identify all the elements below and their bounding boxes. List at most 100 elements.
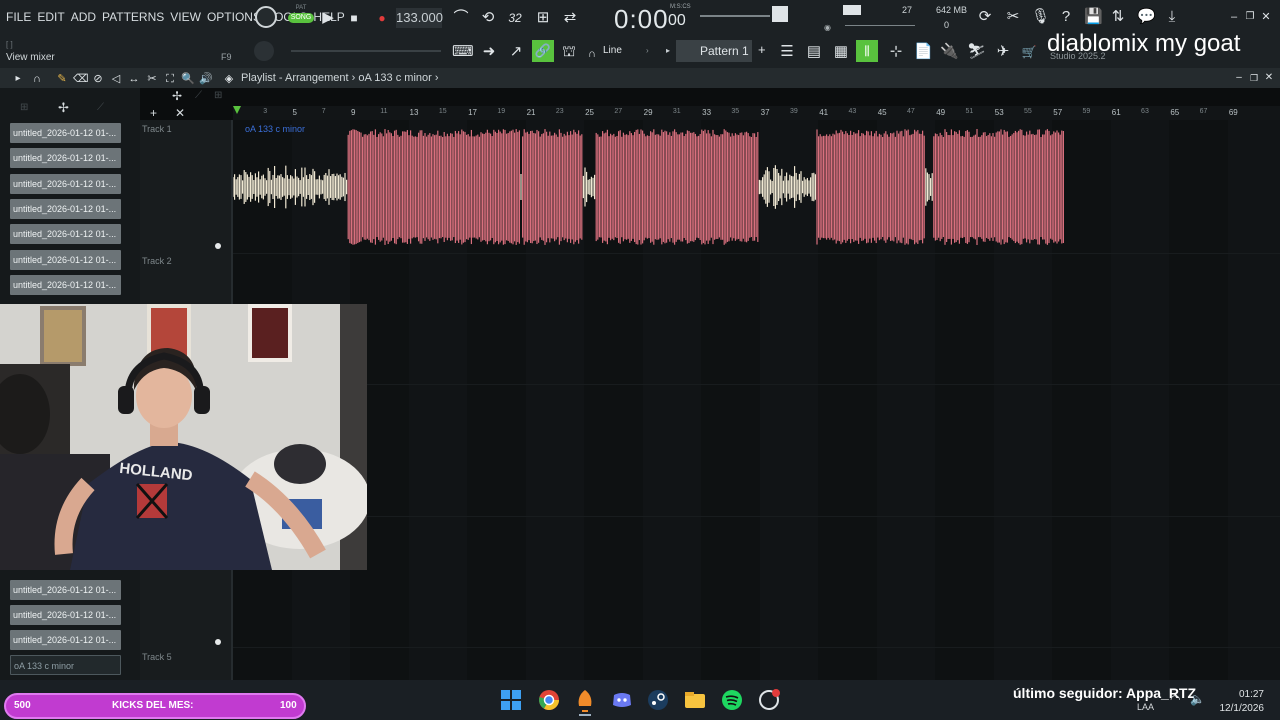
loop-record-icon[interactable]: ⟲ bbox=[478, 9, 498, 27]
add-track-button[interactable]: + bbox=[150, 106, 157, 120]
position-slider[interactable] bbox=[291, 50, 441, 52]
magnet-icon[interactable]: ∩ bbox=[586, 45, 598, 63]
zoom-tool-icon[interactable]: 🔍 bbox=[181, 70, 195, 88]
clip-list-item[interactable]: untitled_2026-01-12 01-... bbox=[10, 580, 121, 600]
minimize-icon[interactable]: – bbox=[1228, 8, 1240, 26]
menu-edit[interactable]: EDIT bbox=[37, 10, 64, 24]
undo-history-icon[interactable]: ⟳ bbox=[976, 8, 994, 26]
pat-song-toggle[interactable]: PAT SONG bbox=[288, 5, 314, 31]
blend-notes-icon[interactable]: ⊞ bbox=[533, 9, 553, 27]
panel-audio-icon[interactable]: ✢ bbox=[58, 100, 69, 116]
steam-icon[interactable] bbox=[646, 688, 670, 712]
track-auto-icon[interactable]: ⟋ bbox=[195, 90, 202, 101]
clip-list-item[interactable]: untitled_2026-01-12 01-... bbox=[10, 224, 121, 244]
magnet-small-icon[interactable]: ∩ bbox=[30, 70, 44, 88]
keyboard-language[interactable]: LAA bbox=[1137, 702, 1154, 712]
render-icon[interactable]: ⇅ bbox=[1110, 8, 1126, 26]
tempo-display[interactable]: 133.000 bbox=[396, 8, 443, 28]
channel-rack-icon[interactable]: ▤ bbox=[805, 43, 823, 61]
breadcrumb-playlist[interactable]: Playlist - Arrangement bbox=[241, 72, 349, 84]
track-view-icon[interactable]: ✢ bbox=[172, 89, 182, 103]
song-time[interactable]: 0:00 bbox=[614, 4, 669, 35]
clip-list-item[interactable]: untitled_2026-01-12 01-... bbox=[10, 250, 121, 270]
track-grid-icon[interactable]: ⊞ bbox=[214, 90, 222, 101]
file-explorer-icon[interactable] bbox=[683, 688, 707, 712]
chrome-icon[interactable] bbox=[537, 688, 561, 712]
eye-icon[interactable]: ◉ bbox=[824, 23, 831, 32]
timeline-ruler[interactable] bbox=[233, 106, 1280, 120]
panel-tool-icon[interactable]: ⊞ bbox=[20, 102, 28, 113]
mixer-icon[interactable]: ⫼ bbox=[856, 40, 878, 62]
discord-icon[interactable] bbox=[610, 688, 634, 712]
pencil-icon[interactable]: ✎ bbox=[55, 70, 69, 88]
metronome-icon[interactable]: ⌒ bbox=[452, 9, 470, 27]
playlist-menu-arrow-icon[interactable]: ▸ bbox=[12, 70, 24, 88]
menu-options[interactable]: OPTIONS bbox=[207, 10, 261, 24]
clip-list-item[interactable]: untitled_2026-01-12 01-... bbox=[10, 199, 121, 219]
clip-list-item[interactable]: untitled_2026-01-12 01-... bbox=[10, 605, 121, 625]
spotify-icon[interactable] bbox=[720, 688, 744, 712]
remove-track-button[interactable]: ✕ bbox=[175, 106, 185, 120]
wifi-icon[interactable]: ◠ bbox=[1170, 692, 1180, 706]
tempo-tapper-icon[interactable]: ⛷ bbox=[967, 43, 986, 61]
add-pattern-button[interactable]: + bbox=[758, 42, 766, 57]
microphone-icon[interactable]: 🎙 bbox=[1031, 8, 1050, 26]
windows-start-icon[interactable] bbox=[499, 688, 523, 712]
download-icon[interactable]: ⤓ bbox=[1164, 8, 1180, 26]
step-edit-icon[interactable]: 32 bbox=[505, 9, 525, 27]
mute-tool-icon[interactable]: ◁ bbox=[109, 70, 123, 88]
tools-icon[interactable]: ✂ bbox=[1004, 8, 1022, 26]
recording-app-icon[interactable] bbox=[757, 688, 781, 712]
help-icon[interactable]: ? bbox=[1058, 8, 1074, 26]
touch-controller-icon[interactable]: ✈ bbox=[994, 43, 1012, 61]
restore-icon[interactable]: ❐ bbox=[1244, 8, 1256, 26]
close-icon[interactable]: ✕ bbox=[1260, 8, 1272, 26]
clip-list-item-selected[interactable]: oA 133 c minor bbox=[10, 655, 121, 675]
project-icon[interactable]: 📄 bbox=[914, 43, 933, 61]
track-1-mute-dot[interactable] bbox=[215, 243, 221, 249]
clip-list-item[interactable]: untitled_2026-01-12 01-... bbox=[10, 275, 121, 295]
delete-tool-icon[interactable]: ⊘ bbox=[91, 70, 105, 88]
track-5-label[interactable]: Track 5 bbox=[142, 652, 172, 662]
menu-file[interactable]: FILE bbox=[6, 10, 31, 24]
arrow-right-icon[interactable]: ➜ bbox=[481, 43, 497, 61]
breadcrumb-clip[interactable]: oA 133 c minor bbox=[358, 72, 431, 84]
arrangement-icon[interactable]: ◈ bbox=[222, 70, 236, 88]
stamp-icon[interactable]: ⛫ bbox=[561, 43, 577, 61]
slide-icon[interactable]: ↗ bbox=[508, 43, 524, 61]
playback-tool-icon[interactable]: 🔊 bbox=[199, 70, 213, 88]
master-pitch-slider[interactable] bbox=[772, 6, 788, 22]
pattern-selector[interactable]: Pattern 1 bbox=[676, 40, 752, 62]
maximize-window-icon[interactable]: ❐ bbox=[1249, 69, 1259, 87]
clip-list-item[interactable]: untitled_2026-01-12 01-... bbox=[10, 123, 121, 143]
play-icon[interactable]: ▶ bbox=[321, 9, 335, 27]
shop-icon[interactable]: 🛒 bbox=[1021, 43, 1037, 61]
menu-patterns[interactable]: PATTERNS bbox=[102, 10, 164, 24]
track-5-mute-dot[interactable] bbox=[215, 639, 221, 645]
audio-clip[interactable] bbox=[233, 121, 1075, 253]
browser-icon[interactable]: ⊹ bbox=[887, 43, 905, 61]
snap-link-icon[interactable]: 🔗 bbox=[532, 40, 554, 62]
snap-selector[interactable]: Line bbox=[603, 45, 622, 56]
select-tool-icon[interactable]: ⛶ bbox=[163, 70, 177, 88]
pattern-knob[interactable] bbox=[254, 41, 274, 61]
close-window-icon[interactable]: ✕ bbox=[1264, 69, 1274, 87]
slice-tool-icon[interactable]: ✂ bbox=[145, 70, 159, 88]
clip-list-item[interactable]: untitled_2026-01-12 01-... bbox=[10, 630, 121, 650]
chat-icon[interactable]: 💬 bbox=[1137, 8, 1156, 26]
piano-roll-window-icon[interactable]: ▦ bbox=[832, 43, 850, 61]
panel-auto-icon[interactable]: ⟋ bbox=[97, 102, 104, 113]
fl-studio-icon[interactable] bbox=[573, 688, 597, 712]
menu-view[interactable]: VIEW bbox=[170, 10, 201, 24]
plugin-icon[interactable]: 🔌 bbox=[940, 43, 959, 61]
clip-list-item[interactable]: untitled_2026-01-12 01-... bbox=[10, 148, 121, 168]
track-2-label[interactable]: Track 2 bbox=[142, 256, 172, 266]
piano-roll-icon[interactable]: ⌨ bbox=[452, 43, 474, 61]
clip-list-item[interactable]: untitled_2026-01-12 01-... bbox=[10, 174, 121, 194]
brush-icon[interactable]: ⌫ bbox=[73, 70, 89, 88]
countdown-icon[interactable]: ⇄ bbox=[560, 9, 580, 27]
system-clock[interactable]: 01:27 12/1/2026 bbox=[1218, 688, 1265, 716]
volume-icon[interactable]: 🔈 bbox=[1190, 692, 1205, 706]
menu-add[interactable]: ADD bbox=[71, 10, 96, 24]
record-icon[interactable]: ● bbox=[375, 9, 389, 27]
